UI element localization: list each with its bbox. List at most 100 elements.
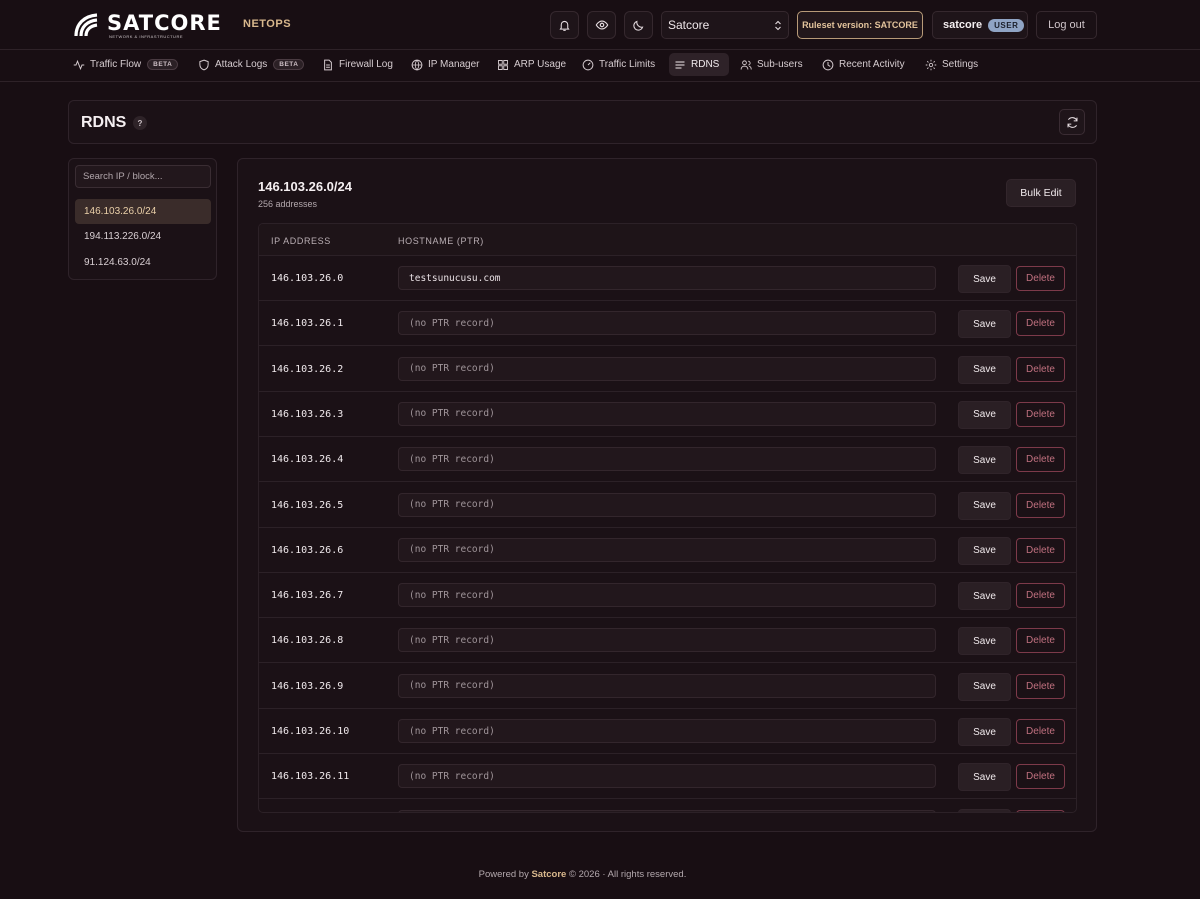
ip-address: 146.103.26.1 <box>271 318 344 330</box>
ptr-hostname-input[interactable] <box>398 492 936 517</box>
table-row: 146.103.26.0 SaveDelete <box>259 256 1076 301</box>
column-header-hostname: HOSTNAME (PTR) <box>398 236 484 246</box>
activity-icon <box>73 59 85 70</box>
save-button[interactable]: Save <box>958 627 1011 656</box>
delete-button[interactable]: Delete <box>1016 583 1065 609</box>
save-button[interactable]: Save <box>958 446 1011 475</box>
refresh-button[interactable] <box>1059 109 1085 135</box>
delete-button[interactable]: Delete <box>1016 628 1065 654</box>
brand-tagline: NETWORK & INFRASTRUCTURE <box>109 33 183 39</box>
user-menu[interactable]: satcore USER <box>932 11 1028 39</box>
eye-icon <box>595 20 608 30</box>
save-button[interactable]: Save <box>958 265 1011 293</box>
nav-item-traffic-limits[interactable]: Traffic Limits <box>577 53 660 76</box>
nav-item-firewall-log[interactable]: Firewall Log <box>317 53 398 76</box>
column-header-ip: IP ADDRESS <box>271 236 331 246</box>
page-title: RDNS <box>81 114 127 131</box>
ptr-hostname-input[interactable] <box>398 537 936 562</box>
satcore-logo-icon <box>74 13 98 37</box>
help-icon[interactable]: ? <box>133 116 147 130</box>
delete-button[interactable]: Delete <box>1016 673 1065 699</box>
delete-button[interactable]: Delete <box>1016 719 1065 744</box>
nav-item-recent-activity[interactable]: Recent Activity <box>817 53 910 76</box>
beta-badge: BETA <box>273 59 305 70</box>
delete-button[interactable]: Delete <box>1016 356 1065 382</box>
address-count: 256 addresses <box>258 199 318 209</box>
save-button[interactable]: Save <box>958 400 1011 429</box>
nav-label: Firewall Log <box>339 59 393 70</box>
save-button[interactable]: Save <box>958 536 1011 565</box>
ptr-hostname-input[interactable] <box>398 356 936 381</box>
delete-button[interactable]: Delete <box>1016 492 1065 518</box>
nav-item-rdns[interactable]: RDNS <box>669 53 729 76</box>
username: satcore <box>943 19 983 31</box>
nav-item-settings[interactable]: Settings <box>920 53 983 76</box>
delete-button[interactable]: Delete <box>1016 537 1065 563</box>
ip-address: 146.103.26.3 <box>271 408 344 420</box>
delete-button[interactable]: Delete <box>1016 447 1065 473</box>
ptr-hostname-input[interactable] <box>398 628 936 653</box>
logout-button[interactable]: Log out <box>1036 11 1097 39</box>
ptr-hostname-input[interactable] <box>398 583 936 608</box>
delete-button[interactable]: Delete <box>1016 311 1065 337</box>
gear-icon <box>925 59 937 70</box>
brand-name: SATCORE <box>107 10 222 35</box>
nav-item-traffic-flow[interactable]: Traffic Flow BETA <box>68 53 183 76</box>
rdns-panel: 146.103.26.0/24 256 addresses Bulk Edit … <box>237 158 1097 832</box>
brand-logo[interactable]: SATCORE NETWORK & INFRASTRUCTURE <box>72 10 222 40</box>
footer-copyright: © 2026 · All rights reserved. <box>568 869 687 880</box>
delete-button[interactable]: Delete <box>1016 401 1065 427</box>
save-button[interactable]: Save <box>958 355 1011 384</box>
ptr-hostname-input[interactable] <box>398 764 936 789</box>
moon-icon <box>633 20 644 31</box>
nav-item-ip-manager[interactable]: IP Manager <box>406 53 485 76</box>
save-button[interactable]: Save <box>958 491 1011 520</box>
ruleset-version-badge[interactable]: Ruleset version: SATCORE <box>797 11 923 39</box>
block-search-input[interactable] <box>75 165 211 188</box>
account-select[interactable]: Satcore <box>661 11 789 39</box>
block-item[interactable]: 146.103.26.0/24 <box>75 199 211 224</box>
nav-item-sub-users[interactable]: Sub-users <box>735 53 808 76</box>
ip-address: 146.103.26.2 <box>271 363 344 375</box>
visibility-button[interactable] <box>587 11 616 39</box>
ptr-hostname-input[interactable] <box>398 401 936 426</box>
save-button[interactable]: Save <box>958 808 1011 812</box>
ptr-hostname-input[interactable] <box>398 266 936 290</box>
ip-address: 146.103.26.11 <box>271 771 350 783</box>
ptr-hostname-input[interactable] <box>398 719 936 743</box>
save-button[interactable]: Save <box>958 763 1011 792</box>
table-row: 146.103.26.11 SaveDelete <box>259 754 1076 800</box>
ip-address: 146.103.26.10 <box>271 726 350 737</box>
block-item[interactable]: 194.113.226.0/24 <box>75 224 211 249</box>
ptr-hostname-input[interactable] <box>398 311 936 336</box>
ptr-hostname-input[interactable] <box>398 809 936 812</box>
bell-icon <box>559 20 570 31</box>
delete-button[interactable]: Delete <box>1016 809 1065 812</box>
environment-label: NETOPS <box>243 18 292 30</box>
footer-prefix: Powered by <box>478 869 529 880</box>
ip-address: 146.103.26.6 <box>271 544 344 556</box>
block-title: 146.103.26.0/24 <box>258 179 352 194</box>
page-header: RDNS ? <box>68 100 1097 144</box>
table-row: 146.103.26.12SaveDelete <box>259 800 1076 812</box>
notifications-button[interactable] <box>550 11 579 39</box>
footer-brand-link[interactable]: Satcore <box>531 869 566 880</box>
bulk-edit-button[interactable]: Bulk Edit <box>1006 179 1076 207</box>
ip-address: 146.103.26.8 <box>271 635 344 647</box>
nav-item-attack-logs[interactable]: Attack Logs BETA <box>193 53 309 76</box>
role-badge: USER <box>988 18 1025 32</box>
save-button[interactable]: Save <box>958 582 1011 611</box>
theme-toggle-button[interactable] <box>624 11 653 39</box>
ptr-hostname-input[interactable] <box>398 447 936 472</box>
table-row: 146.103.26.8 SaveDelete <box>259 618 1076 664</box>
nav-item-arp-usage[interactable]: ARP Usage <box>492 53 571 76</box>
delete-button[interactable]: Delete <box>1016 764 1065 790</box>
ptr-hostname-input[interactable] <box>398 673 936 698</box>
save-button[interactable]: Save <box>958 672 1011 701</box>
gauge-icon <box>582 59 594 70</box>
nav-label: Traffic Flow <box>90 59 142 70</box>
save-button[interactable]: Save <box>958 310 1011 339</box>
block-item[interactable]: 91.124.63.0/24 <box>75 250 211 275</box>
save-button[interactable]: Save <box>958 718 1011 746</box>
delete-button[interactable]: Delete <box>1016 266 1065 291</box>
